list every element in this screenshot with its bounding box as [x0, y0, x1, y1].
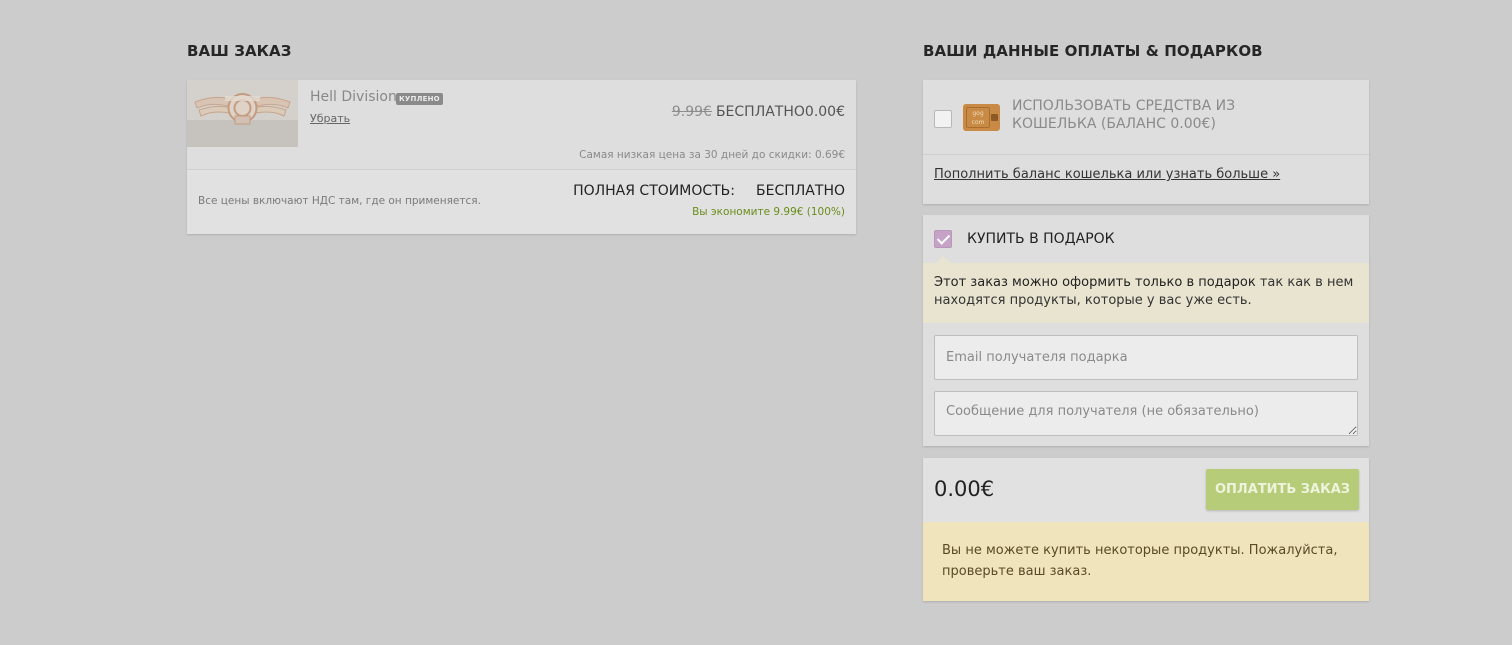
old-price: 9.99€	[671, 104, 712, 120]
order-item-row: Hell Division КУПЛЕНО Убрать 9.99€ БЕСПЛА…	[187, 80, 856, 169]
gift-email-input[interactable]	[934, 335, 1358, 380]
wallet-checkbox[interactable]	[934, 110, 952, 128]
hell-division-logo-icon	[187, 80, 298, 147]
divider	[923, 154, 1369, 155]
total-value: БЕСПЛАТНО	[756, 183, 845, 199]
order-summary-card: Hell Division КУПЛЕНО Убрать 9.99€ БЕСПЛА…	[187, 80, 856, 234]
wallet-label[interactable]: ИСПОЛЬЗОВАТЬ СРЕДСТВА ИЗ КОШЕЛЬКА (БАЛАН…	[1012, 97, 1272, 133]
pay-card: 0.00€ ОПЛАТИТЬ ЗАКАЗ Вы не можете купить…	[923, 458, 1369, 601]
order-total-row: Все цены включают НДС там, где он примен…	[187, 169, 856, 234]
remove-item-link[interactable]: Убрать	[310, 112, 350, 125]
gift-notice: Этот заказ можно оформить только в подар…	[923, 256, 1369, 323]
gog-wallet-label: gog com	[966, 107, 990, 128]
order-amount: 0.00€	[934, 477, 995, 501]
owned-badge: КУПЛЕНО	[396, 93, 443, 105]
wallet-topup-link[interactable]: Пополнить баланс кошелька или узнать бол…	[934, 167, 1280, 182]
gift-checkbox[interactable]	[934, 230, 952, 248]
order-section-title: ВАШ ЗАКАЗ	[187, 42, 292, 60]
item-price: 9.99€ БЕСПЛАТНО0.00€	[672, 104, 845, 120]
game-thumbnail[interactable]	[187, 80, 298, 147]
lowest-price-note: Самая низкая цена за 30 дней до скидки: …	[579, 149, 845, 161]
gift-card: КУПИТЬ В ПОДАРОК Этот заказ можно оформи…	[923, 215, 1369, 446]
savings-text: Вы экономите 9.99€ (100%)	[692, 206, 845, 218]
game-title[interactable]: Hell Division	[310, 89, 397, 105]
gift-message-input[interactable]	[934, 391, 1358, 436]
gift-header: КУПИТЬ В ПОДАРОК	[923, 215, 1369, 263]
wallet-card: gog com ИСПОЛЬЗОВАТЬ СРЕДСТВА ИЗ КОШЕЛЬК…	[923, 80, 1369, 204]
gift-notice-strong: Этот заказ можно оформить только в подар…	[934, 275, 1256, 290]
gift-label[interactable]: КУПИТЬ В ПОДАРОК	[967, 231, 1115, 247]
gog-wallet-icon: gog com	[963, 104, 1000, 131]
purchase-warning: Вы не можете купить некоторые продукты. …	[923, 522, 1369, 601]
total-label: ПОЛНАЯ СТОИМОСТЬ:	[573, 183, 735, 199]
payment-section-title: ВАШИ ДАННЫЕ ОПЛАТЫ & ПОДАРКОВ	[923, 42, 1263, 60]
free-label: БЕСПЛАТНО	[715, 104, 805, 120]
vat-note: Все цены включают НДС там, где он примен…	[198, 195, 481, 207]
wallet-clasp	[991, 114, 998, 121]
current-price: 0.00€	[804, 104, 845, 120]
pay-order-button[interactable]: ОПЛАТИТЬ ЗАКАЗ	[1206, 469, 1359, 510]
